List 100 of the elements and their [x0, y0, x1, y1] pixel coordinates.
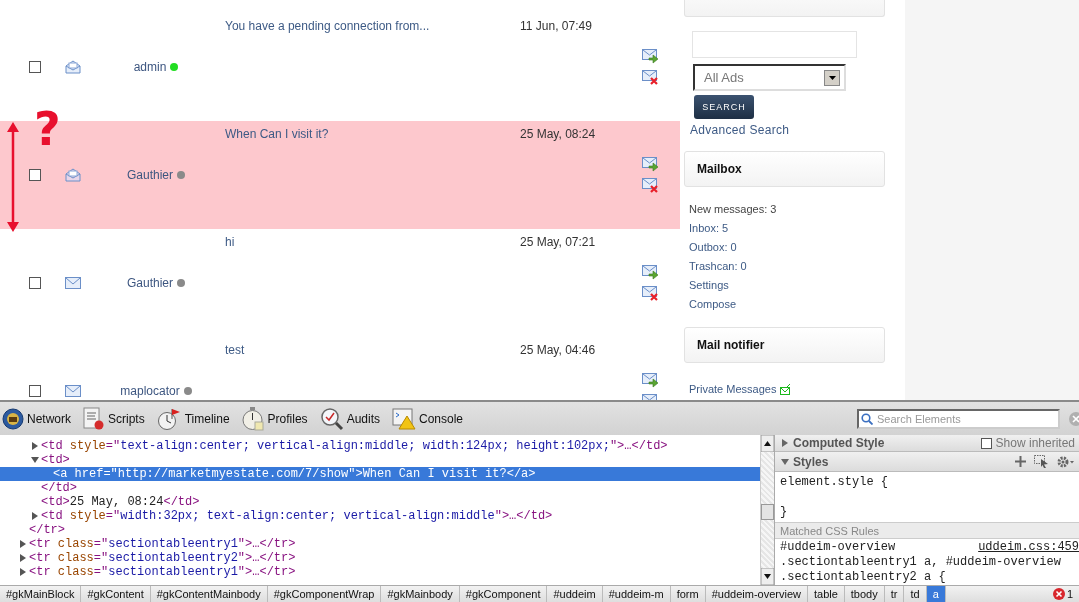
checkbox[interactable]	[980, 437, 992, 449]
clock-flag-icon	[156, 406, 182, 431]
dom-line[interactable]: <tr class="sectiontableentry2">…</tr>	[0, 551, 760, 565]
envelope-icon	[65, 277, 81, 289]
error-count[interactable]: 1	[1066, 588, 1073, 600]
scroll-up-icon[interactable]	[761, 435, 774, 452]
gear-icon[interactable]	[1057, 455, 1075, 468]
breadcrumb[interactable]: #uddeim-m	[602, 586, 671, 602]
question-mark: ?	[34, 106, 61, 152]
devtools-tab[interactable]: Profiles	[239, 402, 318, 435]
matched-rules-header: Matched CSS Rules	[775, 522, 1079, 539]
disclosure-triangle-icon[interactable]	[781, 457, 789, 466]
delete-mail-icon[interactable]	[641, 70, 659, 85]
message-date: 25 May, 04:46	[520, 343, 596, 357]
search-input[interactable]	[692, 31, 857, 58]
sender-link[interactable]: maplocator	[120, 384, 180, 398]
disclosure-triangle-icon[interactable]	[31, 456, 39, 464]
breadcrumb[interactable]: #gkMainBlock	[0, 586, 82, 602]
css-selector: .sectiontableentry2 a {	[780, 570, 946, 585]
message-date: 25 May, 08:24	[520, 127, 596, 141]
devtools-tab[interactable]: Timeline	[154, 402, 240, 435]
forward-mail-icon[interactable]	[641, 49, 659, 64]
message-date: 11 Jun, 07:49	[520, 19, 592, 33]
scrollbar[interactable]	[760, 435, 775, 585]
breadcrumb[interactable]: a	[926, 586, 946, 602]
checkbox[interactable]	[29, 277, 41, 289]
delete-mail-icon[interactable]	[641, 286, 659, 301]
devtools-tab[interactable]: Audits	[317, 402, 390, 435]
notifier-link[interactable]: Private Messages	[689, 380, 777, 399]
breadcrumb[interactable]: #gkContentMainbody	[150, 586, 268, 602]
checkbox[interactable]	[29, 169, 41, 181]
mailbox-stat: New messages: 3	[689, 202, 778, 217]
scroll-down-icon[interactable]	[761, 568, 774, 585]
forward-mail-icon[interactable]	[641, 157, 659, 172]
dom-line[interactable]: <td>25 May, 08:24</td>	[0, 495, 760, 509]
search-field[interactable]: Search Elements	[857, 408, 1060, 429]
breadcrumb[interactable]: #gkContent	[81, 586, 151, 602]
breadcrumb[interactable]: table	[807, 586, 845, 602]
disclosure-triangle-icon[interactable]	[19, 568, 27, 576]
css-rule-text: }	[780, 505, 789, 520]
delete-mail-icon[interactable]	[641, 178, 659, 193]
stopwatch-icon	[241, 406, 265, 431]
breadcrumb[interactable]: #gkComponentWrap	[267, 586, 382, 602]
plus-icon[interactable]	[1015, 456, 1026, 467]
panel-header: Mail notifier	[684, 327, 885, 363]
devtools-tab[interactable]: Scripts	[81, 402, 155, 435]
search-button[interactable]: SEARCH	[694, 95, 754, 119]
checkbox[interactable]	[29, 61, 41, 73]
checkbox-label: Show inherited	[995, 436, 1075, 450]
mailbox-link[interactable]: Compose	[689, 295, 885, 314]
dom-line[interactable]: </tr>	[0, 523, 760, 537]
dom-line[interactable]: <tr class="sectiontableentry1">…</tr>	[0, 565, 760, 579]
error-icon	[1052, 588, 1065, 600]
breadcrumb[interactable]: td	[904, 586, 927, 602]
breadcrumb[interactable]: #gkComponent	[459, 586, 548, 602]
message-date: 25 May, 07:21	[520, 235, 596, 249]
source-link[interactable]: uddeim.css:459	[978, 540, 1079, 555]
script-document-icon	[83, 406, 105, 431]
breadcrumb[interactable]: form	[670, 586, 706, 602]
disclosure-triangle-icon[interactable]	[31, 442, 39, 450]
breadcrumb[interactable]: tbody	[844, 586, 885, 602]
disclosure-triangle-icon[interactable]	[19, 540, 27, 548]
message-link[interactable]: hi	[225, 235, 235, 249]
devtools-tab[interactable]: Network	[0, 402, 81, 435]
scrollbar-thumb[interactable]	[761, 504, 774, 520]
mailbox-link[interactable]: Settings	[689, 276, 885, 295]
mailbox-link[interactable]: Inbox: 5	[689, 219, 885, 238]
forward-mail-icon[interactable]	[641, 265, 659, 280]
section-title[interactable]: Styles	[793, 454, 829, 469]
section-title[interactable]: Computed Style	[793, 436, 885, 450]
dom-line[interactable]: <td style="text-align:center; vertical-align:middle; width:124px; height:102px;">…</td>	[0, 439, 760, 453]
mailbox-link[interactable]: Trashcan: 0	[689, 257, 885, 276]
advanced-search-link[interactable]: Advanced Search	[690, 123, 885, 137]
sender-link[interactable]: Gauthier	[127, 276, 173, 290]
css-rule-text: element.style {	[780, 475, 890, 490]
dom-line[interactable]: <tr class="sectiontableentry1">…</tr>	[0, 537, 760, 551]
breadcrumb[interactable]: #gkMainbody	[381, 586, 460, 602]
sender-link[interactable]: admin	[133, 60, 167, 74]
disclosure-triangle-icon[interactable]	[781, 439, 789, 447]
forward-mail-icon[interactable]	[641, 373, 659, 388]
breadcrumb[interactable]: tr	[884, 586, 905, 602]
sender-link[interactable]: Gauthier	[127, 168, 173, 182]
breadcrumb[interactable]: #uddeim	[547, 586, 603, 602]
message-link[interactable]: test	[225, 343, 245, 357]
dom-line[interactable]: </td>	[0, 481, 760, 495]
checkbox[interactable]	[29, 385, 41, 397]
ads-select[interactable]: All Ads	[693, 64, 846, 91]
element-picker-icon[interactable]	[1034, 455, 1049, 468]
dom-line[interactable]: <td>	[0, 453, 760, 467]
breadcrumb[interactable]: #uddeim-overview	[705, 586, 808, 602]
globe-icon	[2, 407, 24, 430]
mailbox-link[interactable]: Outbox: 0	[689, 238, 885, 257]
css-selector: .sectiontableentry1 a, #uddeim-overview	[780, 555, 1061, 570]
devtools-tab[interactable]: Console	[390, 402, 473, 435]
disclosure-triangle-icon[interactable]	[19, 554, 27, 562]
message-link[interactable]: You have a pending connection from...	[225, 19, 430, 33]
dom-line[interactable]: <td style="width:32px; text-align:center; vertical-align:middle">…</td>	[0, 509, 760, 523]
message-link[interactable]: When Can I visit it?	[225, 127, 329, 141]
disclosure-triangle-icon[interactable]	[31, 512, 39, 520]
open-envelope-icon	[65, 168, 81, 182]
